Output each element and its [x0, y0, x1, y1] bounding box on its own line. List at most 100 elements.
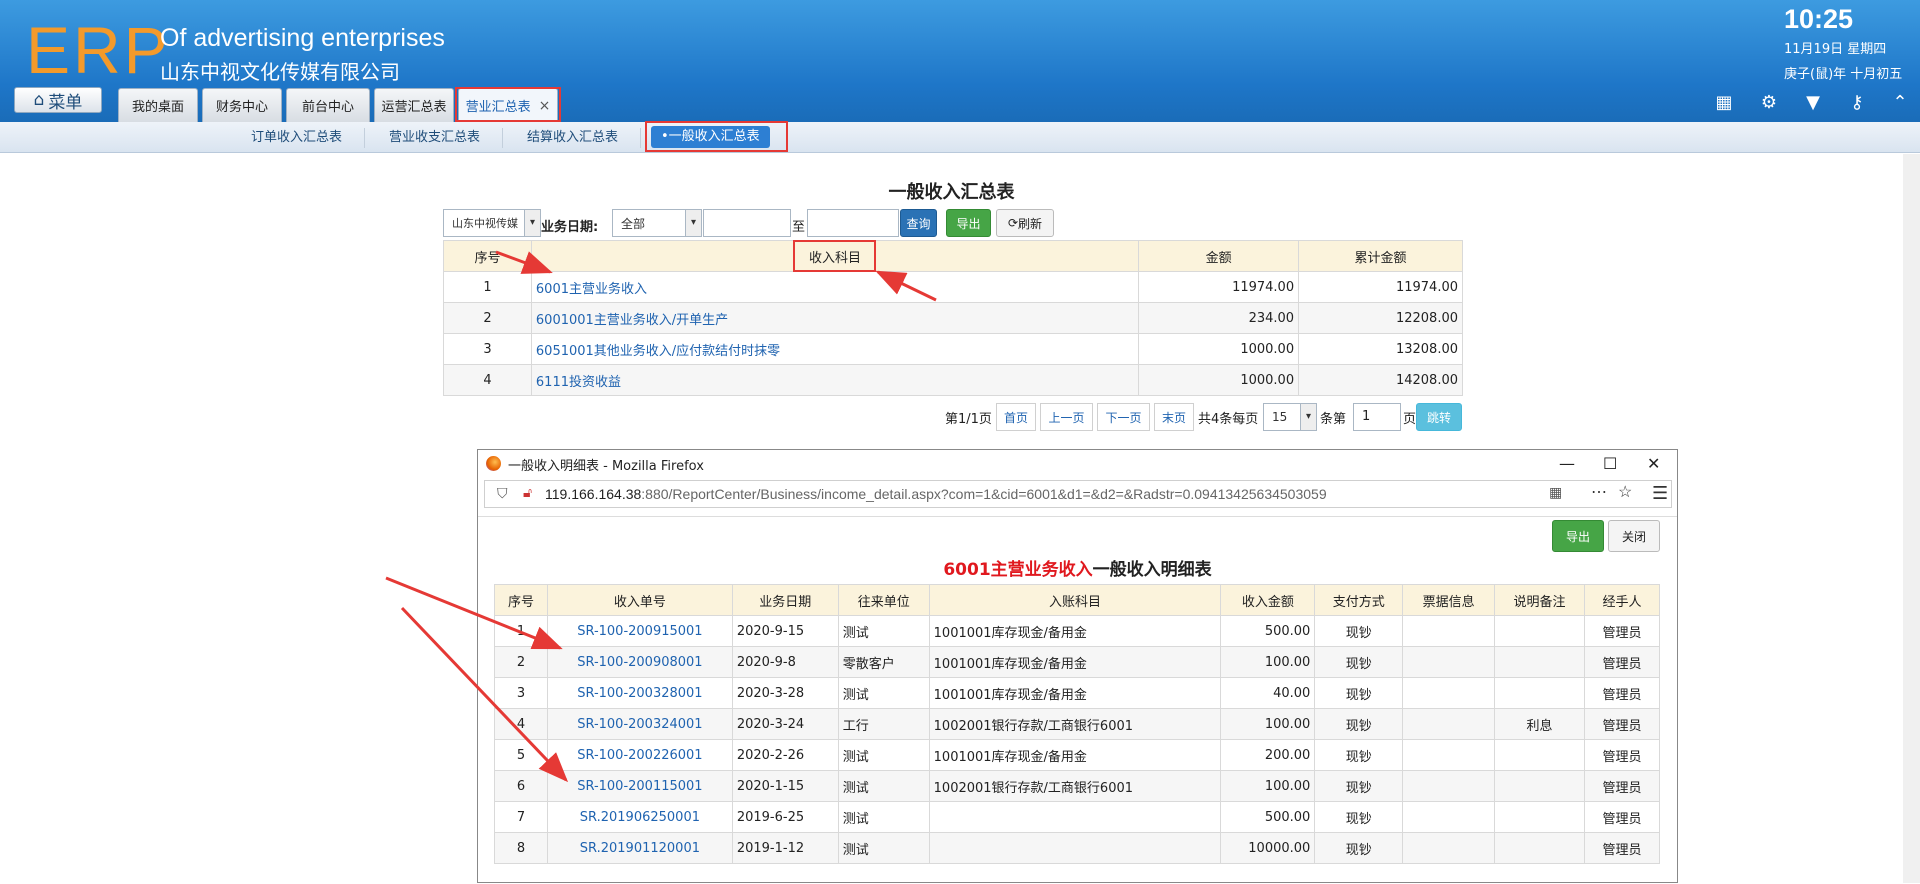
payment-cell: 现钞: [1314, 801, 1404, 833]
detail-table: 序号 收入单号 业务日期 往来单位 入账科目 收入金额 支付方式 票据信息 说明…: [494, 584, 1661, 864]
tab-operations-summary[interactable]: 运营汇总表: [374, 88, 454, 122]
subtab-order-income[interactable]: 订单收入汇总表: [251, 128, 342, 148]
column-header: 累计金额: [1298, 240, 1463, 272]
subject-link[interactable]: 6001001主营业务收入/开单生产: [536, 313, 728, 328]
table-header-row: 序号 收入单号 业务日期 往来单位 入账科目 收入金额 支付方式 票据信息 说明…: [494, 584, 1661, 616]
next-page-button[interactable]: 下一页: [1097, 403, 1150, 431]
window-title: 一般收入明细表 - Mozilla Firefox: [508, 458, 704, 474]
note-cell: [1494, 677, 1585, 709]
tab-finance[interactable]: 财务中心: [202, 88, 282, 122]
insecure-lock-icon[interactable]: 🔓︎: [523, 484, 532, 501]
table-row: 1 SR-100-200915001 2020-9-15 测试 1001001库存现金/…: [494, 615, 1661, 647]
export-button[interactable]: 导出: [946, 209, 991, 237]
company-title-cn: 山东中视文化传媒有限公司: [160, 60, 400, 84]
party-cell: 测试: [837, 739, 930, 771]
key-icon[interactable]: ⚷: [1846, 92, 1868, 114]
income-doc-link[interactable]: SR-100-200115001: [577, 779, 702, 794]
income-doc-link[interactable]: SR.201901120001: [580, 841, 700, 856]
end-date-input[interactable]: [807, 209, 899, 237]
qr-code-icon[interactable]: ▦: [1549, 484, 1562, 501]
shield-icon[interactable]: ⛉: [497, 485, 508, 502]
first-page-button[interactable]: 首页: [996, 403, 1036, 431]
page-scrollbar[interactable]: [1903, 154, 1920, 883]
income-doc-link[interactable]: SR-100-200908001: [577, 655, 702, 670]
payment-cell: 现钞: [1314, 646, 1404, 678]
note-cell: [1494, 739, 1585, 771]
maximize-icon[interactable]: ☐: [1603, 454, 1617, 473]
last-page-button[interactable]: 末页: [1154, 403, 1194, 431]
company-select[interactable]: 山东中视传媒 ▾: [443, 209, 541, 237]
income-doc-link[interactable]: SR-100-200226001: [577, 748, 702, 763]
date-cell: 2020-1-15: [731, 770, 839, 802]
amount-cell: 40.00: [1220, 677, 1316, 709]
income-doc-link[interactable]: SR-100-200324001: [577, 717, 702, 732]
highlight-box: [645, 121, 788, 152]
menu-button[interactable]: ⌂ 菜单: [14, 87, 102, 113]
items-label: 条第: [1320, 411, 1347, 427]
income-doc-link[interactable]: SR-100-200328001: [577, 686, 702, 701]
income-doc-link[interactable]: SR-100-200915001: [577, 624, 702, 639]
subtab-settlement-income[interactable]: 结算收入汇总表: [527, 128, 618, 148]
payment-cell: 现钞: [1314, 832, 1404, 864]
chevron-up-icon[interactable]: ⌃: [1889, 92, 1911, 114]
amount-cell: 500.00: [1220, 801, 1316, 833]
amount-cell: 500.00: [1220, 615, 1316, 647]
shirt-icon[interactable]: ▼: [1802, 92, 1824, 114]
window-titlebar: 一般收入明细表 - Mozilla Firefox — ☐ ✕: [478, 450, 1677, 478]
income-doc-link[interactable]: SR.201906250001: [580, 810, 700, 825]
date-range-select[interactable]: 全部 ▾: [612, 209, 702, 237]
party-cell: 测试: [837, 615, 930, 647]
cumulative-cell: 13208.00: [1298, 333, 1463, 365]
grid-plus-icon[interactable]: ▦: [1713, 92, 1735, 114]
handler-cell: 管理员: [1583, 615, 1661, 647]
amount-cell: 200.00: [1220, 739, 1316, 771]
url-bar[interactable]: ⛉ 🔓︎ 119.166.164.38:880/ReportCenter/Bus…: [484, 480, 1672, 508]
party-cell: 测试: [837, 770, 930, 802]
account-cell: 1002001银行存款/工商银行6001: [928, 770, 1222, 802]
handler-cell: 管理员: [1583, 832, 1661, 864]
divider: [640, 128, 641, 148]
account-cell: 1001001库存现金/备用金: [928, 615, 1222, 647]
subject-link[interactable]: 6111投资收益: [536, 375, 621, 390]
handler-cell: 管理员: [1583, 677, 1661, 709]
subject-link[interactable]: 6001主营业务收入: [536, 282, 647, 297]
tab-label: 运营汇总表: [381, 100, 447, 115]
column-header: 收入单号: [546, 584, 733, 616]
page-size-select[interactable]: 15 ▾: [1263, 403, 1317, 431]
row-number: 3: [494, 677, 548, 709]
party-cell: 测试: [837, 677, 930, 709]
close-button[interactable]: 关闭: [1608, 520, 1660, 552]
subject-link[interactable]: 6051001其他业务收入/应付款结付时抹零: [536, 344, 780, 359]
company-title-en: Of advertising enterprises: [160, 24, 445, 52]
party-cell: 零散客户: [837, 646, 930, 678]
close-window-icon[interactable]: ✕: [1647, 454, 1660, 473]
table-row: 4 SR-100-200324001 2020-3-24 工行 1002001银行存款/…: [494, 708, 1661, 740]
gear-icon[interactable]: ⚙: [1758, 92, 1780, 114]
start-date-input[interactable]: [703, 209, 791, 237]
column-header: 支付方式: [1314, 584, 1404, 616]
row-number: 3: [443, 333, 532, 365]
total-info: 共4条每页: [1198, 411, 1259, 427]
tab-front-desk[interactable]: 前台中心: [286, 88, 370, 122]
refresh-button[interactable]: ⟳ 刷新: [996, 209, 1054, 237]
highlight-box: [455, 87, 561, 122]
hamburger-menu-icon[interactable]: ☰: [1652, 483, 1668, 504]
bookmark-star-icon[interactable]: ☆: [1618, 482, 1632, 502]
bill-cell: [1402, 677, 1496, 709]
prev-page-button[interactable]: 上一页: [1040, 403, 1093, 431]
amount-cell: 234.00: [1138, 302, 1300, 334]
row-number: 7: [494, 801, 548, 833]
note-cell: [1494, 832, 1585, 864]
export-button[interactable]: 导出: [1552, 520, 1604, 552]
page-number-input[interactable]: 1: [1353, 403, 1401, 431]
jump-button[interactable]: 跳转: [1416, 403, 1462, 431]
page-size-value: 15: [1272, 410, 1288, 424]
more-options-icon[interactable]: ⋯: [1591, 482, 1607, 502]
minimize-icon[interactable]: —: [1559, 454, 1575, 473]
row-number: 5: [494, 739, 548, 771]
tab-desktop[interactable]: 我的桌面: [118, 88, 198, 122]
subtab-business-income-expense[interactable]: 营业收支汇总表: [389, 128, 480, 148]
query-button[interactable]: 查询: [900, 209, 937, 237]
divider: [364, 128, 365, 148]
table-row: 2 6001001主营业务收入/开单生产 234.00 12208.00: [443, 302, 1463, 334]
